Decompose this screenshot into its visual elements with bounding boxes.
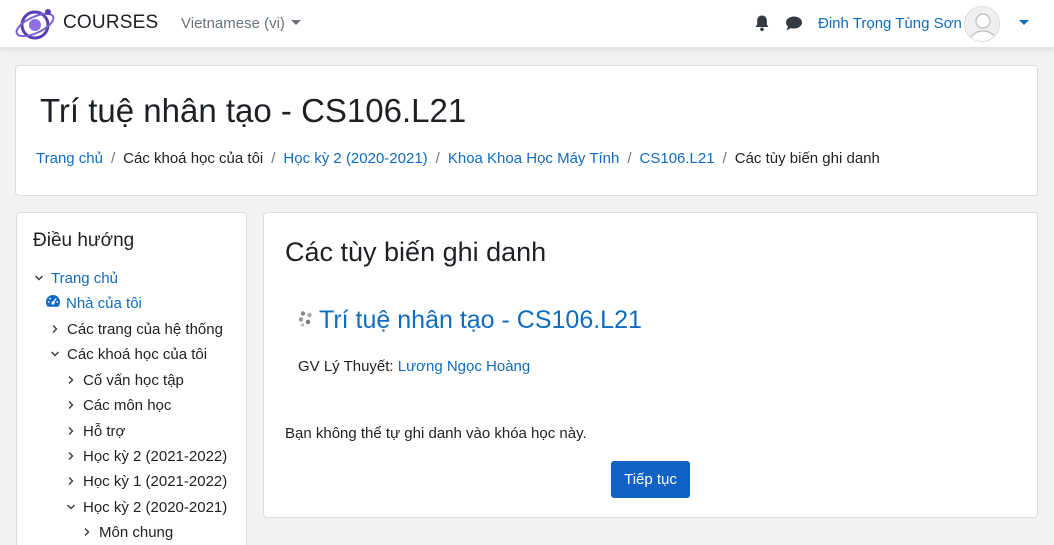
breadcrumb-my-courses: Các khoá học của tôi [123,150,264,167]
user-name[interactable]: Đinh Trọng Tùng Sơn [818,15,962,32]
language-label: Vietnamese (vi) [181,15,285,32]
teacher-info: GV Lý Thuyết: Lương Ngọc Hoàng [298,358,530,375]
chevron-right-icon [66,375,76,385]
course-icon [297,310,315,328]
teacher-label: GV Lý Thuyết: [298,358,394,375]
chevron-down-icon [50,349,60,359]
sidebar-item-label: Các môn học [83,397,172,414]
breadcrumb-separator: / [722,150,727,167]
site-name[interactable]: COURSES [63,12,158,34]
chevron-right-icon [66,426,76,436]
sidebar-item-label: Các trang của hệ thống [67,321,223,338]
teacher-name-link[interactable]: Lương Ngọc Hoàng [398,358,530,375]
continue-button[interactable]: Tiếp tục [611,461,690,498]
sidebar-item-label: Cố vấn học tập [83,372,184,389]
breadcrumb-separator: / [435,150,440,167]
breadcrumb-separator: / [110,150,116,167]
sidebar-item-system-pages[interactable]: Các trang của hệ thống [50,320,223,340]
chevron-right-icon [66,476,76,486]
sidebar-item-label: Hỗ trợ [83,423,126,440]
page-title: Các tùy biến ghi danh [285,237,547,267]
sidebar-item-subjects[interactable]: Các môn học [66,396,171,416]
breadcrumb-faculty[interactable]: Khoa Khoa Học Máy Tính [448,150,620,167]
navigation-block: Điều hướng Trang chủ Nhà của tôi Các tra… [16,212,247,545]
breadcrumb-separator: / [271,150,276,167]
sidebar-item-academic-advisor[interactable]: Cố vấn học tập [66,371,184,391]
page-header: Trí tuệ nhân tạo - CS106.L21 Trang chủ / C… [15,65,1038,196]
breadcrumb-semester[interactable]: Học kỳ 2 (2020-2021) [283,150,427,167]
sidebar-item-my-courses[interactable]: Các khoá học của tôi [50,345,207,365]
caret-down-icon [290,20,301,25]
sidebar-item-general-subjects[interactable]: Môn chung [82,523,173,543]
dashboard-icon [45,294,61,308]
chevron-right-icon [66,400,76,410]
chevron-right-icon [66,451,76,461]
language-menu[interactable]: Vietnamese (vi) [181,15,301,32]
sidebar-item-label: Học kỳ 1 (2021-2022) [83,473,228,490]
sidebar-item-label: Các khoá học của tôi [67,346,208,363]
sidebar-item-label: Trang chủ [51,270,118,287]
sidebar-item-semester-1-2021-2022[interactable]: Học kỳ 1 (2021-2022) [66,472,227,492]
site-logo[interactable] [14,4,58,42]
enrolment-notice: Bạn không thể tự ghi danh vào khóa học n… [285,425,587,442]
navigation-title: Điều hướng [33,230,135,251]
sidebar-item-support[interactable]: Hỗ trợ [66,422,125,442]
sidebar-item-label: Môn chung [99,524,174,541]
course-title: Trí tuệ nhân tạo - CS106.L21 [40,92,467,129]
chat-icon[interactable] [785,14,803,32]
top-navbar: COURSES Vietnamese (vi) Đinh Trọng Tùng … [0,0,1054,48]
chevron-down-icon [34,273,44,283]
chevron-right-icon [82,527,92,537]
chevron-right-icon [50,324,60,334]
course-link[interactable]: Trí tuệ nhân tạo - CS106.L21 [319,306,642,335]
sidebar-item-semester-2-2021-2022[interactable]: Học kỳ 2 (2021-2022) [66,447,227,467]
breadcrumb-current: Các tùy biến ghi danh [734,150,880,167]
sidebar-item-label: Học kỳ 2 (2021-2022) [83,448,228,465]
breadcrumb-home[interactable]: Trang chủ [36,150,103,167]
bell-icon[interactable] [753,14,771,32]
user-menu-caret-icon[interactable] [1019,20,1029,25]
sidebar-item-dashboard[interactable]: Nhà của tôi [45,294,142,314]
breadcrumb-course[interactable]: CS106.L21 [640,150,715,167]
chevron-down-icon [66,502,76,512]
avatar[interactable] [964,6,1000,42]
breadcrumb: Trang chủ / Các khoá học của tôi / Học kỳ 2 … [36,150,880,167]
sidebar-item-home[interactable]: Trang chủ [34,269,118,289]
sidebar-item-label: Nhà của tôi [66,295,142,312]
sidebar-item-semester-2-2020-2021[interactable]: Học kỳ 2 (2020-2021) [66,498,227,518]
breadcrumb-separator: / [627,150,632,167]
sidebar-item-label: Học kỳ 2 (2020-2021) [83,499,228,516]
main-content: Các tùy biến ghi danh Trí tuệ nhân tạo -… [263,212,1038,518]
